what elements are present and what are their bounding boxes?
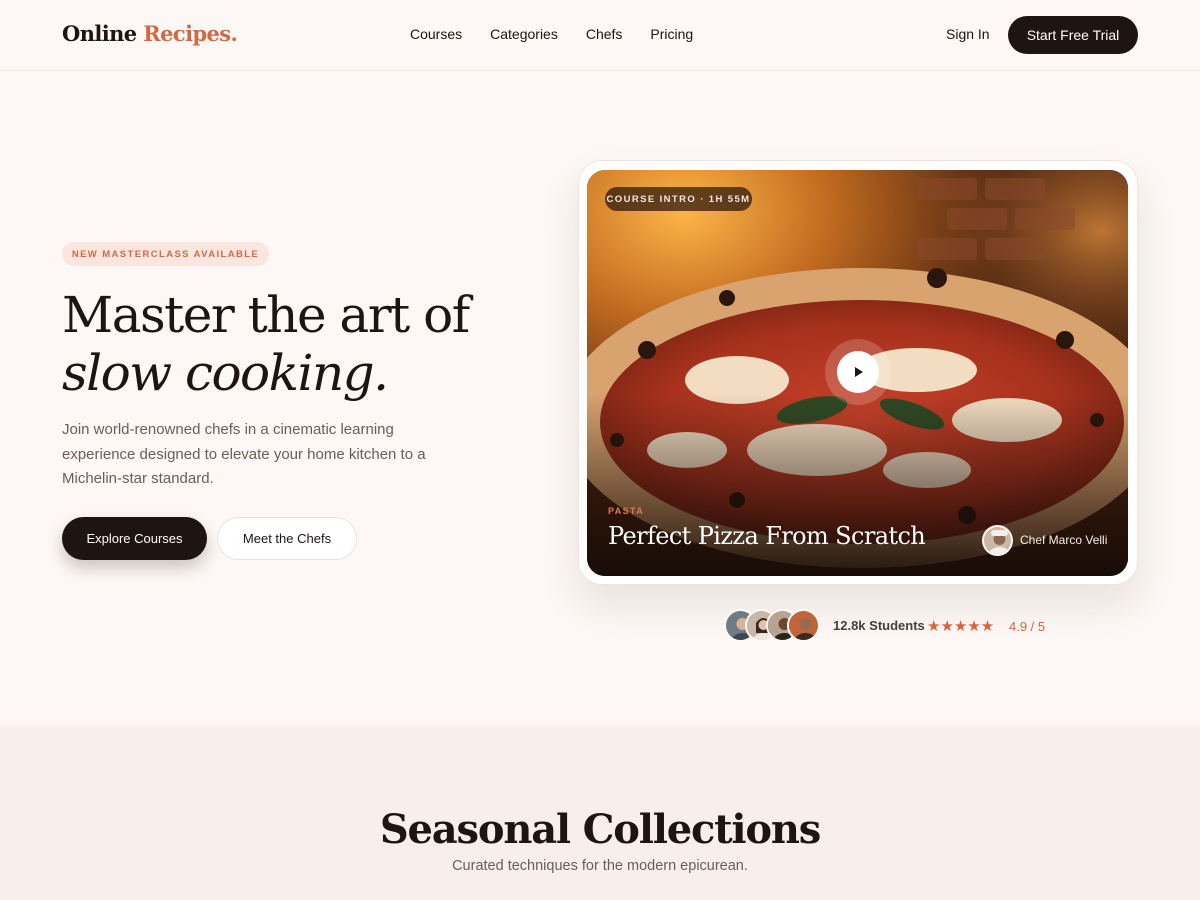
hero-lead-text: Join world-renowned chefs in a cinematic… <box>62 421 426 487</box>
course-video-card[interactable]: COURSE INTRO · 1H 55M PASTA Perfect Pizz… <box>587 170 1128 576</box>
logo[interactable]: Online Recipes. <box>62 21 238 46</box>
headline-line-2: slow cooking. <box>62 344 389 402</box>
students-count: 12.8k Students <box>833 618 925 633</box>
course-duration-pill: COURSE INTRO · 1H 55M <box>605 187 752 211</box>
logo-accent: Recipes. <box>143 21 238 46</box>
rating-value: 4.9 / 5 <box>1009 619 1046 634</box>
logo-main: Online <box>62 21 137 46</box>
site-header: Online Recipes. Courses Categories Chefs… <box>0 0 1200 71</box>
main-nav: Courses Categories Chefs Pricing <box>410 26 693 42</box>
play-icon <box>855 367 863 377</box>
avatar <box>787 609 820 642</box>
course-category: PASTA <box>608 506 645 516</box>
play-button[interactable] <box>837 351 879 393</box>
nav-chefs[interactable]: Chefs <box>586 26 623 42</box>
seasonal-collections-section: Seasonal Collections Curated techniques … <box>0 726 1200 900</box>
new-masterclass-badge: NEW MASTERCLASS AVAILABLE <box>62 242 269 266</box>
meet-the-chefs-button[interactable]: Meet the Chefs <box>217 517 357 560</box>
section-subtitle: Curated techniques for the modern epicur… <box>452 858 748 874</box>
start-free-trial-button[interactable]: Start Free Trial <box>1008 16 1138 54</box>
nav-courses[interactable]: Courses <box>410 26 462 42</box>
nav-categories[interactable]: Categories <box>490 26 558 42</box>
course-title[interactable]: Perfect Pizza From Scratch <box>608 522 926 550</box>
rating-stars-icon: ★★★★★ <box>927 618 995 635</box>
headline-line-1: Master the art of <box>62 286 470 344</box>
chef-name[interactable]: Chef Marco Velli <box>1020 533 1107 547</box>
hero-headline: Master the art of slow cooking. <box>62 286 542 402</box>
nav-pricing[interactable]: Pricing <box>650 26 693 42</box>
sign-in-link[interactable]: Sign In <box>946 26 990 42</box>
chef-avatar <box>982 525 1013 556</box>
section-title: Seasonal Collections <box>379 806 821 853</box>
student-avatars <box>724 609 824 642</box>
explore-courses-button[interactable]: Explore Courses <box>62 517 207 560</box>
